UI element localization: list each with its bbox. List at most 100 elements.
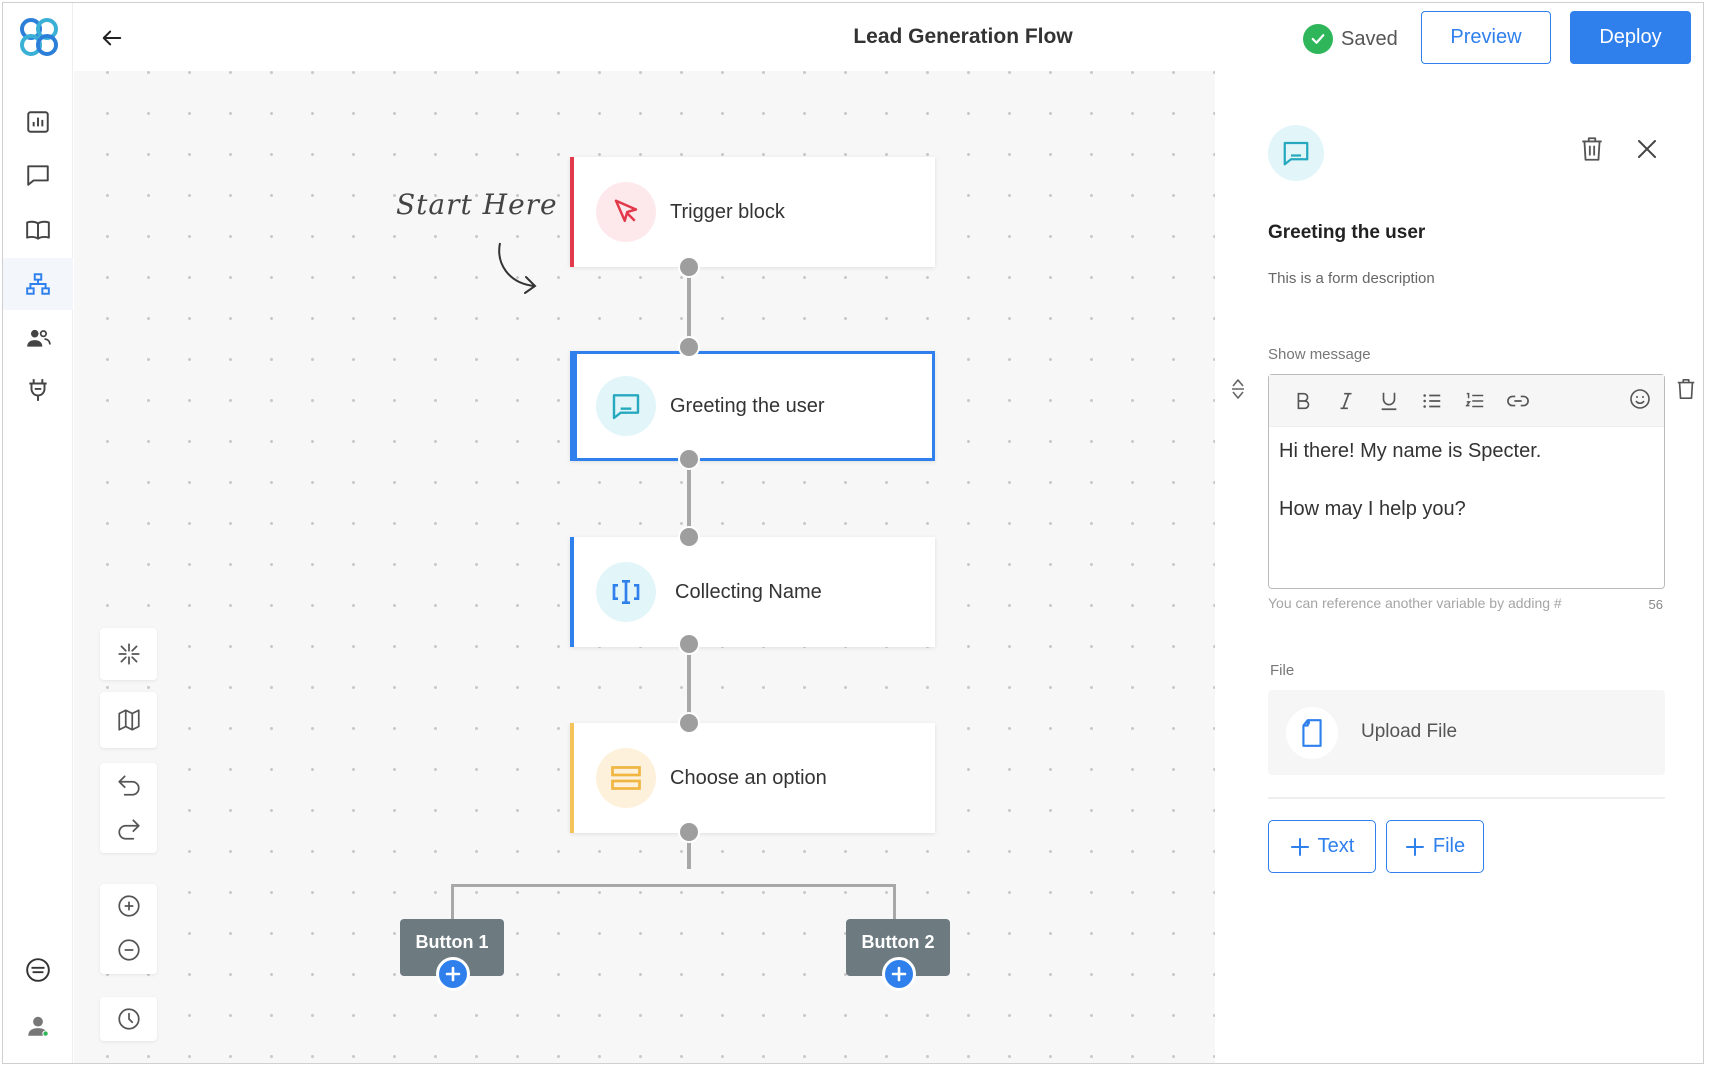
message-editor[interactable]: Hi there! My name is Specter. How may I … [1268,374,1665,589]
branch-label: Button 1 [415,932,489,952]
version-history-button[interactable] [100,997,157,1041]
branch-label: Button 2 [861,932,935,952]
block-label: Choose an option [670,766,827,789]
clock-icon [117,1008,140,1030]
bold-button[interactable] [1281,381,1324,421]
book-icon [26,220,50,240]
bold-icon [1297,392,1309,409]
italic-button[interactable] [1324,381,1367,421]
connector-handle[interactable] [678,712,700,734]
flow-icon [26,273,50,295]
block-accent [573,354,577,458]
italic-icon [1340,392,1351,409]
connector-handle[interactable] [678,526,700,548]
sidebar-item-flows[interactable] [3,258,73,310]
bot-icon [26,958,50,982]
history-log-tool [100,997,157,1041]
message-icon [1268,125,1324,181]
deploy-button[interactable]: Deploy [1570,11,1691,64]
trigger-block[interactable]: Trigger block [570,157,935,267]
plus-icon [1405,837,1424,856]
block-accent [570,157,574,267]
delete-message-button[interactable] [1675,377,1697,406]
fit-view-button[interactable] [100,628,157,680]
delete-block-button[interactable] [1579,135,1605,168]
link-button[interactable] [1496,381,1539,421]
app-logo-icon[interactable] [17,15,61,59]
numbered-list-icon [1464,392,1483,407]
emoji-icon [1630,389,1650,409]
curved-arrow-icon [498,242,537,294]
message-text[interactable]: Hi there! My name is Specter. How may I … [1269,427,1664,534]
preview-button[interactable]: Preview [1421,11,1551,64]
underline-icon [1381,392,1396,410]
add-text-label: Text [1317,835,1355,857]
connector-handle[interactable] [678,633,700,655]
message-line: How may I help you? [1279,498,1466,520]
bullet-list-button[interactable] [1410,381,1453,421]
collapse-icon [117,643,140,665]
file-label: File [1270,662,1295,679]
close-panel-button[interactable] [1635,137,1659,166]
cursor-icon [596,182,656,242]
emoji-button[interactable] [1628,387,1652,416]
sort-icon [1232,379,1244,399]
left-sidebar [3,3,73,1063]
top-bar: Lead Generation Flow Saved Preview Deplo… [73,3,1703,71]
back-button[interactable] [97,23,127,53]
saved-label: Saved [1341,27,1398,50]
underline-button[interactable] [1367,381,1410,421]
divider [1268,797,1665,799]
reorder-handle[interactable] [1229,377,1247,406]
undo-button[interactable] [100,763,157,807]
add-step-button[interactable] [436,957,470,991]
message-icon [596,376,656,436]
upload-file-button[interactable]: Upload File [1268,690,1665,775]
add-text-button[interactable]: Text [1268,820,1376,873]
zoom-out-button[interactable] [100,928,157,972]
add-file-label: File [1432,835,1466,857]
connector-handle[interactable] [678,448,700,470]
redo-button[interactable] [100,807,157,851]
panel-description: This is a form description [1268,270,1435,287]
connector-handle[interactable] [678,336,700,358]
sidebar-item-analytics[interactable] [3,96,73,148]
panel-title: Greeting the user [1268,222,1426,243]
message-label: Show message [1268,346,1371,363]
zoom-in-icon [117,895,140,917]
plus-icon [445,966,461,982]
add-file-button[interactable]: File [1386,820,1484,873]
variable-hint: You can reference another variable by ad… [1268,595,1562,611]
choose-option-block[interactable]: Choose an option [570,723,935,833]
greeting-block[interactable]: Greeting the user [570,351,935,461]
add-step-button[interactable] [882,957,916,991]
sidebar-item-integrations[interactable] [3,364,73,416]
save-status: Saved [1303,24,1398,54]
connector-handle[interactable] [678,256,700,278]
link-icon [1506,395,1529,406]
branch-connector-left [451,884,454,922]
sidebar-item-users[interactable] [3,312,73,364]
collecting-name-block[interactable]: Collecting Name [570,537,935,647]
sidebar-item-chat[interactable] [3,149,73,201]
connector-handle[interactable] [678,821,700,843]
branch-connector [451,884,895,887]
undo-icon [117,775,140,796]
arrow-left-icon [102,30,122,46]
user-avatar[interactable] [3,1000,73,1052]
flow-canvas[interactable]: Start Here Trigger block Greeting the us… [74,71,1215,1063]
plus-icon [891,966,907,982]
minimap-button[interactable] [100,692,157,748]
avatar-icon [28,1016,49,1037]
users-icon [27,329,51,347]
zoom-in-button[interactable] [100,884,157,928]
zoom-out-icon [117,939,140,961]
check-icon [1303,24,1333,54]
sidebar-item-bot[interactable] [3,944,73,996]
numbered-list-button[interactable] [1453,381,1496,421]
branch-connector-right [893,884,896,922]
analytics-icon [27,111,49,133]
sidebar-item-knowledge[interactable] [3,204,73,256]
editor-toolbar [1269,375,1664,427]
close-icon [1638,140,1656,158]
